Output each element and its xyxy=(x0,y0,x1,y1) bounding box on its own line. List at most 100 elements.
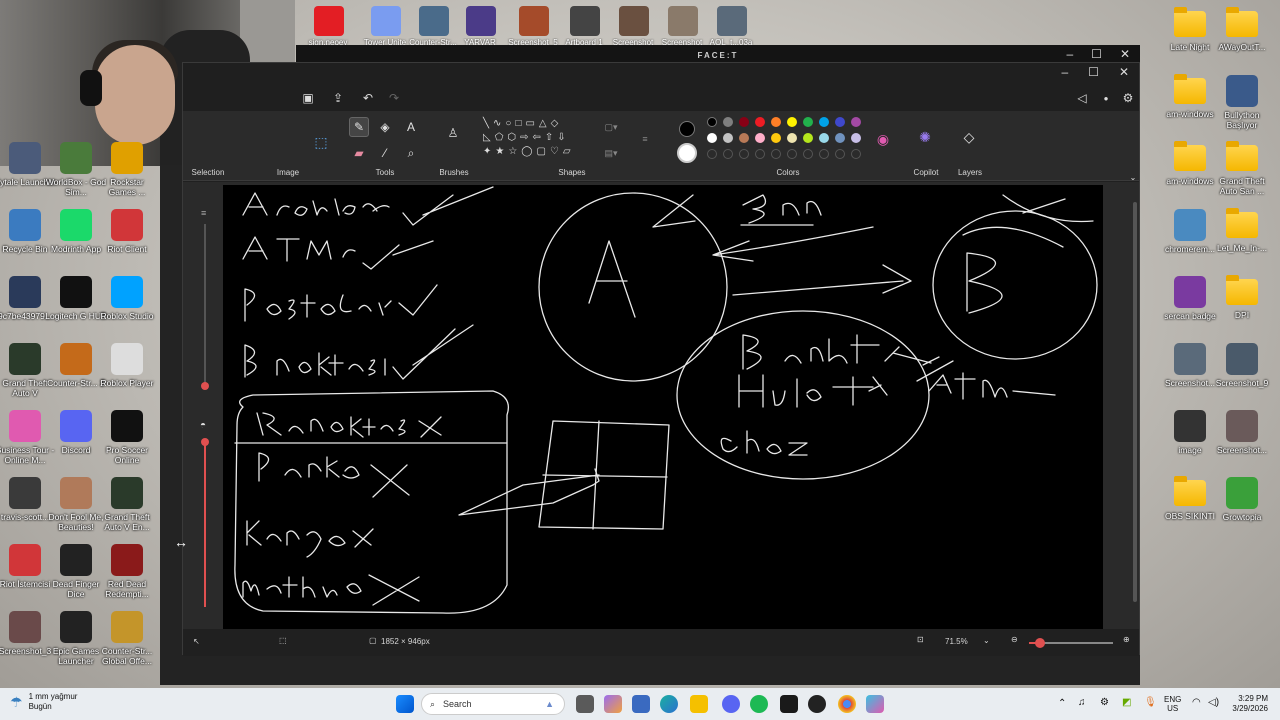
zoom-slider[interactable] xyxy=(1029,638,1113,648)
store-icon[interactable] xyxy=(632,695,650,713)
color-swatch[interactable] xyxy=(755,133,765,143)
color-swatch[interactable] xyxy=(739,117,749,127)
color-swatch[interactable] xyxy=(835,133,845,143)
paint-taskbar-icon[interactable] xyxy=(866,695,884,713)
shapes-gallery[interactable]: ╲∿○□▭△◇ ◺⬠⬡⇨⇦⇧⇩ ✦★☆◯▢♡▱ xyxy=(483,117,593,163)
settings-icon[interactable]: ⚙ xyxy=(1119,89,1137,107)
secondary-color[interactable] xyxy=(677,143,697,163)
color-swatch[interactable] xyxy=(835,117,845,127)
desktop-icon[interactable]: Bullython Başlıyor xyxy=(1211,75,1273,130)
desktop-icon[interactable]: AWayOutT... xyxy=(1211,7,1273,52)
discord-taskbar-icon[interactable] xyxy=(722,695,740,713)
desktop-icon-image[interactable] xyxy=(619,6,649,36)
desktop-icon-image[interactable] xyxy=(668,6,698,36)
color-swatch[interactable] xyxy=(755,117,765,127)
desktop-icon-image[interactable] xyxy=(717,6,747,36)
zoom-out-icon[interactable]: ⊖ xyxy=(1011,635,1018,644)
spotify-icon[interactable] xyxy=(750,695,768,713)
custom-color-slot[interactable] xyxy=(787,149,797,159)
magnifier-icon[interactable]: ⌕ xyxy=(401,143,421,163)
headset-icon[interactable]: ♫ xyxy=(1078,697,1086,708)
desktop-icon[interactable]: Riot Client xyxy=(96,209,158,254)
color-picker-icon[interactable]: ⁄ xyxy=(375,143,395,163)
color-swatch[interactable] xyxy=(851,117,861,127)
nvidia-icon[interactable]: ◩ xyxy=(1122,697,1131,708)
custom-color-slot[interactable] xyxy=(707,149,717,159)
search-box[interactable]: ⌕ Search ▲ xyxy=(421,693,565,715)
close-icon[interactable]: ✕ xyxy=(1119,65,1129,79)
custom-color-slot[interactable] xyxy=(739,149,749,159)
desktop-icon-image[interactable] xyxy=(519,6,549,36)
color-swatch[interactable] xyxy=(707,133,717,143)
language-indicator[interactable]: ENG US xyxy=(1164,695,1181,713)
color-swatch[interactable] xyxy=(819,133,829,143)
custom-color-slot[interactable] xyxy=(819,149,829,159)
maximize-icon[interactable]: ☐ xyxy=(1088,65,1099,79)
color-swatch[interactable] xyxy=(787,133,797,143)
copilot-taskbar-icon[interactable] xyxy=(604,695,622,713)
desktop-icon[interactable]: Rockstar Games ... xyxy=(96,142,158,197)
desktop-icon[interactable]: Screenshot... xyxy=(1211,410,1273,455)
minimize-icon[interactable]: – xyxy=(1066,47,1073,61)
desktop-icon[interactable]: Grand Theft Auto San ... xyxy=(1211,141,1273,196)
color-swatch[interactable] xyxy=(851,133,861,143)
desktop-icon[interactable]: Grand Theft Auto V En... xyxy=(96,477,158,532)
desktop-icon-image[interactable] xyxy=(314,6,344,36)
announce-icon[interactable]: ◁ xyxy=(1073,89,1091,107)
custom-color-slot[interactable] xyxy=(851,149,861,159)
zoom-dropdown-icon[interactable]: ⌄ xyxy=(983,636,990,645)
faceit-taskbar-icon[interactable] xyxy=(780,695,798,713)
chrome-icon[interactable] xyxy=(838,695,856,713)
undo-icon[interactable]: ↶ xyxy=(359,89,377,107)
vertical-scrollbar[interactable] xyxy=(1133,202,1137,602)
redo-icon[interactable]: ↷ xyxy=(385,89,403,107)
color-swatch[interactable] xyxy=(707,117,717,127)
color-swatch[interactable] xyxy=(771,117,781,127)
weather-widget[interactable]: ☂ 1 mm yağmur Bugün xyxy=(10,692,77,712)
pencil-icon[interactable]: ✎ xyxy=(349,117,369,137)
custom-color-slot[interactable] xyxy=(803,149,813,159)
desktop-icon[interactable]: Pro Soccer Online xyxy=(96,410,158,465)
drawing-canvas[interactable] xyxy=(223,185,1103,629)
desktop-icon-image[interactable] xyxy=(466,6,496,36)
github-icon[interactable] xyxy=(808,695,826,713)
fit-icon[interactable]: ⊡ xyxy=(917,635,924,644)
wifi-icon[interactable]: ◠ xyxy=(1192,697,1201,708)
text-icon[interactable]: A xyxy=(401,117,421,137)
desktop-icon[interactable]: Screenshot_9 xyxy=(1211,343,1273,388)
desktop-icon-image[interactable] xyxy=(371,6,401,36)
minimize-icon[interactable]: – xyxy=(1061,65,1068,79)
clock[interactable]: 3:29 PM 3/29/2026 xyxy=(1226,694,1268,714)
fill-icon[interactable]: ◈ xyxy=(375,117,395,137)
desktop-icon[interactable]: DPI xyxy=(1211,275,1273,320)
fill-style-icon[interactable]: ▤▾ xyxy=(601,143,621,163)
brush-size-panel[interactable]: ≡ ◓ xyxy=(193,202,217,612)
custom-color-slot[interactable] xyxy=(723,149,733,159)
brush-icon[interactable]: ♙ xyxy=(443,123,463,143)
account-icon[interactable]: ● xyxy=(1097,89,1115,107)
desktop-icon[interactable]: Roblox Studio xyxy=(96,276,158,321)
zoom-in-icon[interactable]: ⊕ xyxy=(1123,635,1130,644)
steam-icon[interactable]: ⚙ xyxy=(1100,697,1109,708)
desktop-icon[interactable]: Roblox Player xyxy=(96,343,158,388)
copilot-icon[interactable]: ✺ xyxy=(915,127,935,147)
opacity-slider-thumb[interactable] xyxy=(201,438,209,446)
desktop-icon-image[interactable] xyxy=(419,6,449,36)
maximize-icon[interactable]: ☐ xyxy=(1091,47,1102,61)
color-swatch[interactable] xyxy=(739,133,749,143)
custom-color-slot[interactable] xyxy=(835,149,845,159)
desktop-icon[interactable]: Red Dead Redempti... xyxy=(96,544,158,599)
outline-icon[interactable]: ▢▾ xyxy=(601,117,621,137)
color-swatch[interactable] xyxy=(803,133,813,143)
edge-icon[interactable] xyxy=(660,695,678,713)
file-explorer-icon[interactable] xyxy=(690,695,708,713)
size-slider-thumb[interactable] xyxy=(201,382,209,390)
share-icon[interactable]: ⇪ xyxy=(329,89,347,107)
custom-color-slot[interactable] xyxy=(755,149,765,159)
zoom-slider-thumb[interactable] xyxy=(1035,638,1045,648)
desktop-icon[interactable]: Counter-Str... Global Offe... xyxy=(96,611,158,666)
color-swatch[interactable] xyxy=(819,117,829,127)
custom-color-slot[interactable] xyxy=(771,149,781,159)
color-swatch[interactable] xyxy=(723,117,733,127)
tray-chevron-icon[interactable]: ⌃ xyxy=(1058,698,1066,709)
